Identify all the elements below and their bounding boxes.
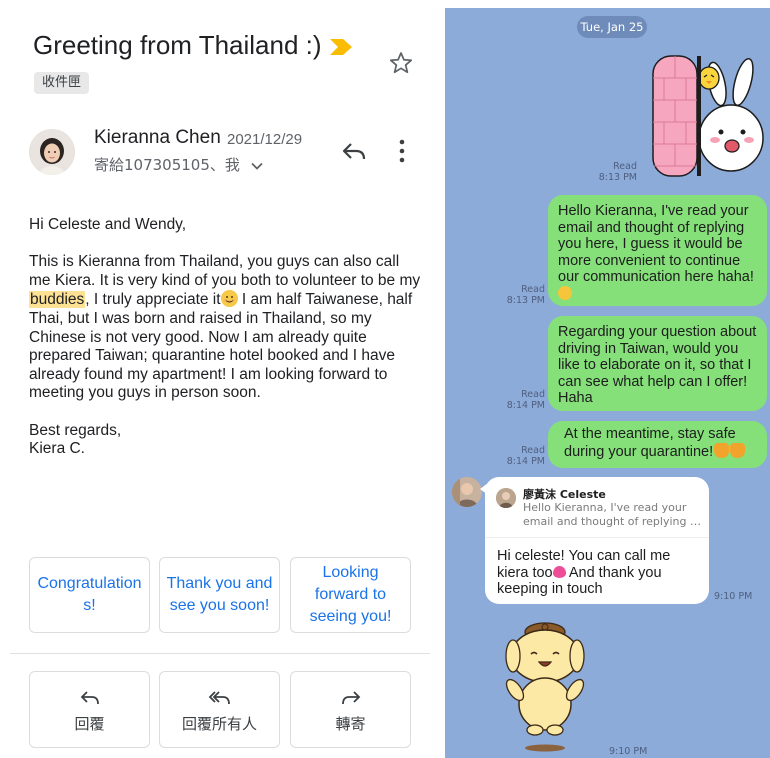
message-bubble-sent[interactable]: At the meantime, stay safe during your q… <box>548 421 767 468</box>
laugh-emoji-icon <box>558 285 572 300</box>
smart-reply-congratulations[interactable]: Congratulations! <box>29 557 150 633</box>
quote-text-line: Hello Kieranna, I've read your <box>523 501 687 514</box>
star-icon[interactable] <box>388 50 414 76</box>
email-paragraph: This is Kieranna from Thailand, you guys… <box>29 253 421 403</box>
quote-sender-name: 廖黃沫 Celeste <box>523 488 606 501</box>
reply-button[interactable]: 回覆 <box>29 671 150 748</box>
email-subject: Greeting from Thailand :) <box>33 30 322 60</box>
time-label: 9:10 PM <box>609 746 648 757</box>
time-label: 9:10 PM <box>714 591 753 602</box>
sender-avatar[interactable] <box>29 129 75 175</box>
reply-label: 回覆 <box>74 715 105 733</box>
read-receipt: Read 8:13 PM <box>595 161 637 183</box>
gmail-panel: Greeting from Thailand :) 收件匣 Kieranna C… <box>0 0 437 758</box>
chevron-down-icon <box>251 162 263 170</box>
smile-emoji-icon <box>220 290 238 308</box>
signature: Kiera C. <box>29 440 85 458</box>
forward-label: 轉寄 <box>335 715 366 733</box>
email-body: Hi Celeste and Wendy, This is Kieranna f… <box>29 216 421 459</box>
smart-reply-label: Thank you and see you soon! <box>166 575 273 614</box>
smart-reply-looking-forward[interactable]: Looking forward to seeing you! <box>290 557 411 633</box>
praying-hands-emoji-icon <box>714 442 730 458</box>
praying-hands-emoji-icon <box>730 442 746 458</box>
reply-message: Hi celeste! You can call me kiera too An… <box>497 548 701 598</box>
reply-icon[interactable] <box>341 139 367 163</box>
recipients-toggle[interactable]: 寄給107305105、我 <box>94 154 263 175</box>
signoff: Best regards, <box>29 421 122 439</box>
forward-icon <box>341 691 360 705</box>
subject-row: Greeting from Thailand :) <box>33 30 423 70</box>
pompompurin-sticker-icon <box>505 622 585 752</box>
reply-icon <box>80 691 99 705</box>
email-greeting: Hi Celeste and Wendy, <box>29 216 187 233</box>
time-label: 8:14 PM <box>506 456 545 467</box>
message-text: Regarding your question about driving in… <box>558 324 757 407</box>
divider <box>485 537 709 538</box>
importance-marker-icon[interactable] <box>330 39 352 55</box>
message-bubble-received[interactable]: 廖黃沫 Celeste Hello Kieranna, I've read yo… <box>485 477 709 604</box>
read-label: Read <box>521 284 545 295</box>
inbox-label-chip[interactable]: 收件匣 <box>34 72 90 94</box>
forward-button[interactable]: 轉寄 <box>290 671 411 748</box>
read-label: Read <box>521 389 545 400</box>
read-receipt: Read 8:13 PM <box>503 284 545 306</box>
message-bubble-sent[interactable]: Hello Kieranna, I've read your email and… <box>548 195 767 306</box>
contact-avatar[interactable] <box>452 477 482 507</box>
divider <box>10 653 430 654</box>
message-text: Hello Kieranna, I've read your email and… <box>558 203 754 286</box>
message-bubble-sent[interactable]: Regarding your question about driving in… <box>548 316 767 411</box>
reply-all-button[interactable]: 回覆所有人 <box>159 671 280 748</box>
paragraph-text-b: , I truly appreciate it <box>85 291 221 309</box>
smart-reply-thank-you[interactable]: Thank you and see you soon! <box>159 557 280 633</box>
quote-avatar <box>496 488 516 508</box>
sender-date: 2021/12/29 <box>227 131 303 148</box>
heart-emoji-icon <box>552 565 566 578</box>
smart-reply-label: Looking forward to seeing you! <box>309 564 392 625</box>
time-label: 8:14 PM <box>506 400 545 411</box>
message-text: At the meantime, stay safe during your q… <box>564 426 736 460</box>
more-vert-icon[interactable] <box>395 138 409 164</box>
date-pill: Tue, Jan 25 <box>577 16 647 38</box>
highlighted-word: buddies <box>29 291 86 309</box>
read-label: Read <box>521 445 545 456</box>
sender-name: Kieranna Chen <box>94 127 221 148</box>
cony-sticker-icon <box>652 55 764 177</box>
smart-reply-row: Congratulations! Thank you and see you s… <box>29 557 411 633</box>
reply-all-icon <box>208 691 230 705</box>
time-label: 8:13 PM <box>506 295 545 306</box>
recipients-text: 寄給107305105、我 <box>94 156 240 174</box>
line-chat-panel: Tue, Jan 25 Read 8:13 PM Read 8:13 PM He… <box>445 8 770 758</box>
read-receipt: Read 8:14 PM <box>503 389 545 411</box>
time-label: 8:13 PM <box>598 172 637 183</box>
read-receipt: Read 8:14 PM <box>503 445 545 467</box>
paragraph-text-a: This is Kieranna from Thailand, you guys… <box>29 253 421 289</box>
quote-text-line: email and thought of replying y... <box>523 515 701 528</box>
action-row: 回覆 回覆所有人 轉寄 <box>29 671 411 748</box>
reply-all-label: 回覆所有人 <box>181 715 257 733</box>
smart-reply-label: Congratulations! <box>37 575 142 614</box>
read-label: Read <box>613 161 637 172</box>
